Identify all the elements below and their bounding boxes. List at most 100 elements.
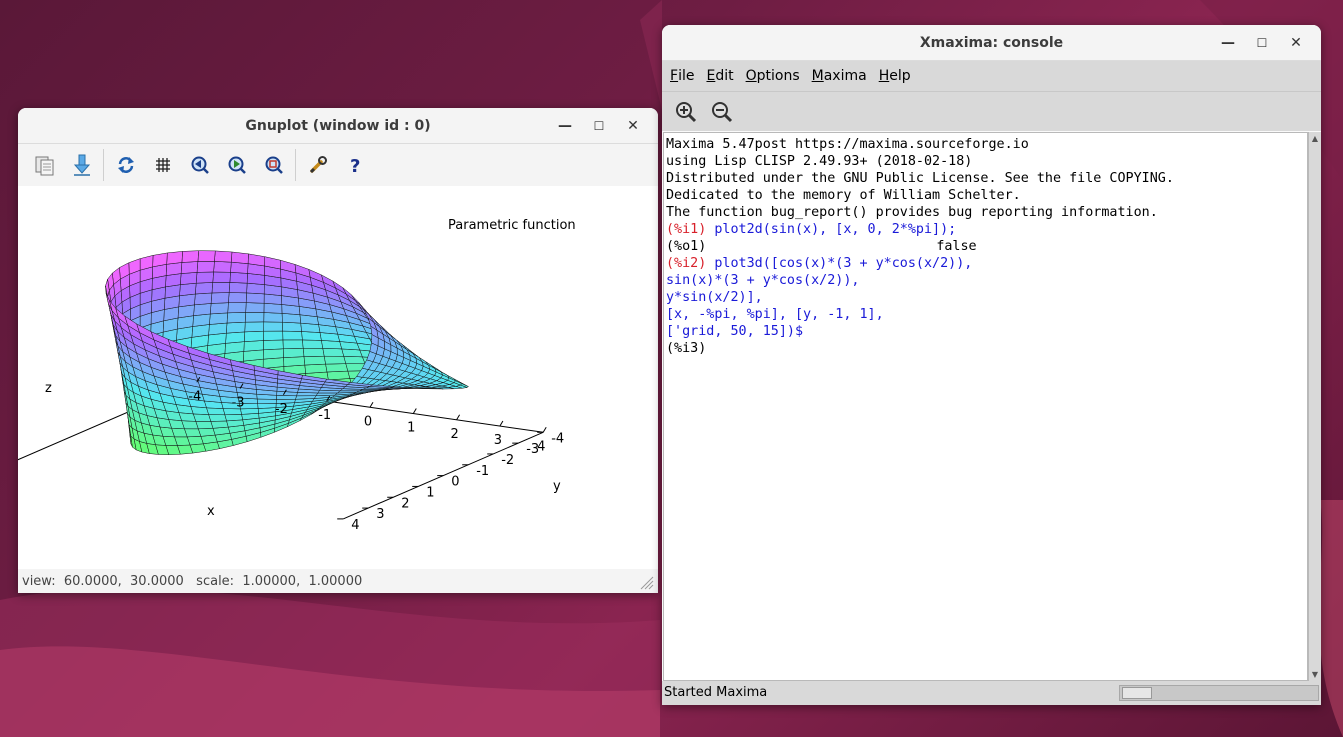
scrollbar-thumb[interactable] (1122, 687, 1152, 699)
x-tick-mark (499, 420, 504, 427)
gnuplot-status-bar: view: 60.0000, 30.0000 scale: 1.00000, 1… (18, 569, 658, 593)
surface-patch (282, 330, 303, 341)
copy-to-clipboard-button[interactable] (26, 148, 63, 182)
help-icon: ? (350, 156, 360, 175)
zoom-out-button[interactable] (704, 96, 740, 128)
input-continuation: [x, -%pi, %pi], [y, -1, 1], (666, 307, 884, 322)
close-button[interactable]: ✕ (616, 112, 650, 140)
surface-patch (197, 250, 216, 262)
gnuplot-toolbar: ? (18, 144, 658, 186)
surface-patch (244, 312, 265, 323)
menu-edit-mnemonic: E (706, 68, 716, 84)
maximize-icon: ☐ (593, 119, 605, 133)
surface-patch (192, 413, 212, 422)
close-icon: ✕ (1290, 35, 1302, 51)
console-vertical-scrollbar[interactable]: ▲ ▼ (1308, 132, 1321, 681)
zoom-previous-button[interactable] (181, 148, 218, 182)
surface-patch (206, 407, 226, 416)
menu-maxima[interactable]: Maxima (806, 61, 873, 91)
zoom-in-button[interactable] (668, 96, 704, 128)
menu-options-mnemonic: O (745, 68, 757, 84)
menu-maxima-label: axima (823, 68, 867, 84)
close-button[interactable]: ✕ (1279, 29, 1313, 57)
scroll-down-arrow-icon[interactable]: ▼ (1309, 668, 1321, 681)
y-tick-label: 4 (351, 518, 359, 533)
minimize-icon: — (1221, 35, 1235, 51)
surface-patch (152, 252, 168, 268)
surface-patch (326, 370, 351, 381)
surface-patch (262, 357, 285, 369)
input-expression: plot2d(sin(x), [x, 0, 2*%pi]); (714, 222, 957, 237)
minimize-button[interactable]: — (1211, 29, 1245, 57)
parametric-surface-plot: Parametric function -1-0.500.51-4-3-2-10… (18, 218, 576, 533)
surface-patch (283, 356, 306, 367)
surface-patch (282, 339, 304, 350)
surface-patch (198, 428, 216, 437)
gnuplot-titlebar[interactable]: Gnuplot (window id : 0) — ☐ ✕ (18, 108, 658, 144)
surface-patch (179, 282, 197, 297)
surface-patch (166, 251, 183, 265)
replot-icon (117, 157, 134, 173)
surface-patch (282, 321, 302, 332)
help-button[interactable]: ? (336, 148, 373, 182)
surface-patch (302, 348, 325, 357)
export-button[interactable] (63, 148, 100, 182)
toggle-grid-button[interactable] (144, 148, 181, 182)
resize-grip-icon[interactable] (638, 574, 654, 590)
x-tick-label: -4 (188, 389, 201, 404)
menu-maxima-mnemonic: M (811, 68, 824, 84)
y-tick-label: 2 (401, 496, 409, 511)
surface-patch (194, 292, 213, 306)
replot-button[interactable] (107, 148, 144, 182)
surface-patch (228, 282, 248, 294)
banner-line: using Lisp CLISP 2.49.93+ (2018-02-18) (666, 154, 973, 169)
surface-patch (212, 271, 231, 283)
xmaxima-titlebar[interactable]: Xmaxima: console — ☐ ✕ (662, 25, 1321, 61)
input-expression: plot3d([cos(x)*(3 + y*cos(x/2)), (714, 256, 973, 271)
surface-patch (213, 261, 232, 273)
autoscale-button[interactable] (255, 148, 292, 182)
surface-patch (325, 363, 349, 373)
input-prompt: (%i2) (666, 256, 715, 271)
output-value: false (936, 239, 977, 254)
surface-patch (245, 302, 265, 313)
settings-button[interactable] (299, 148, 336, 182)
x-tick-label: 0 (364, 414, 372, 429)
scroll-up-arrow-icon[interactable]: ▲ (1309, 132, 1321, 145)
menu-edit[interactable]: Edit (700, 61, 739, 91)
x-tick-mark (456, 414, 461, 421)
zoom-in-icon (676, 101, 697, 122)
plot-area[interactable]: Parametric function -1-0.500.51-4-3-2-10… (18, 186, 658, 569)
surface-patch (323, 355, 347, 365)
surface-patch (321, 340, 343, 350)
menu-options[interactable]: Options (740, 61, 806, 91)
surface-patch (184, 428, 202, 438)
status-horizontal-scrollbar[interactable] (1119, 685, 1319, 701)
y-tick-label: -3 (526, 442, 539, 457)
surface-patch (195, 421, 214, 430)
zoom-out-icon (712, 101, 733, 122)
surface-patch (263, 330, 284, 341)
surface-patch (263, 302, 283, 314)
surface-patch (247, 253, 265, 267)
autoscale-icon (265, 156, 283, 174)
input-continuation: y*sin(x/2)], (666, 290, 763, 305)
surface-patch (226, 312, 246, 324)
minimize-button[interactable]: — (548, 112, 582, 140)
xmaxima-status-bar: Started Maxima (662, 681, 1321, 705)
z-axis-label: z (45, 381, 52, 396)
surface-patch (315, 392, 339, 397)
y-axis-label: y (553, 479, 561, 494)
surface-patch (302, 339, 324, 349)
menu-help[interactable]: Help (873, 61, 917, 91)
zoom-next-button[interactable] (218, 148, 255, 182)
menu-file[interactable]: File (664, 61, 700, 91)
console-text-area[interactable]: Maxima 5.47post https://maxima.sourcefor… (663, 132, 1308, 681)
output-line-o1: (%o1) false (666, 238, 1307, 255)
banner-line: The function bug_report() provides bug r… (666, 205, 1158, 220)
x-tick-label: 2 (450, 427, 458, 442)
surface-patch (343, 356, 366, 365)
maximize-button[interactable]: ☐ (1245, 29, 1279, 57)
maximize-button[interactable]: ☐ (582, 112, 616, 140)
surface-patch (322, 348, 345, 357)
